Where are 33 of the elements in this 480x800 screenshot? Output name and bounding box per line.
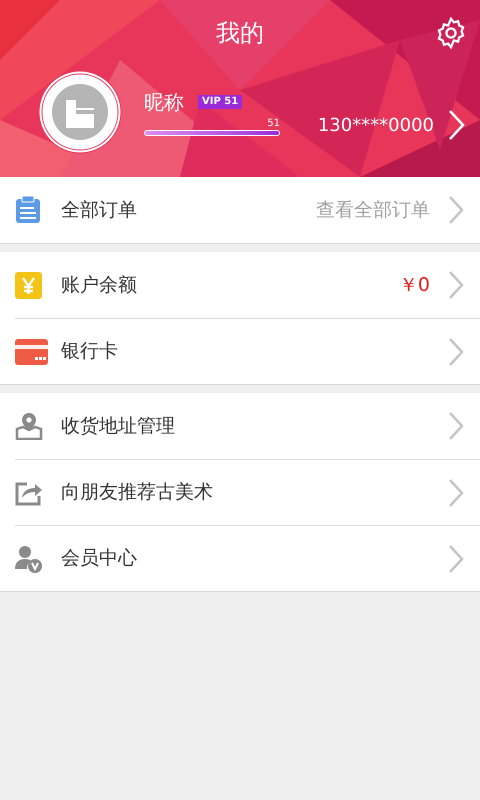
chevron-right-icon bbox=[448, 195, 464, 225]
level-value: 51 bbox=[267, 118, 280, 130]
share-icon bbox=[15, 480, 43, 506]
menu-value: 查看全部订单 bbox=[316, 198, 430, 223]
menu-row[interactable]: 收货地址管理 bbox=[15, 393, 480, 459]
menu-label: 全部订单 bbox=[61, 198, 137, 223]
clipboard-icon bbox=[15, 196, 41, 224]
menu-row[interactable]: 全部订单 查看全部订单 bbox=[15, 177, 480, 243]
menu-label: 账户余额 bbox=[61, 272, 137, 298]
chevron-right-icon bbox=[448, 336, 464, 366]
menu-label: 银行卡 bbox=[61, 339, 118, 364]
avatar-icon[interactable] bbox=[38, 70, 122, 154]
menu-label: 向朋友推荐古美术 bbox=[61, 480, 213, 506]
chevron-right-icon[interactable] bbox=[448, 109, 466, 141]
member-icon bbox=[15, 544, 43, 572]
chevron-right-icon bbox=[448, 478, 464, 508]
page-title: 我的 bbox=[216, 18, 264, 49]
phone-number[interactable]: 130****0000 bbox=[318, 112, 434, 138]
map-pin-icon bbox=[15, 412, 43, 440]
menu-label: 收货地址管理 bbox=[61, 414, 175, 439]
menu-row[interactable]: 账户余额 ￥0 bbox=[15, 252, 480, 318]
chevron-right-icon bbox=[448, 270, 464, 300]
nickname: 昵称 bbox=[144, 89, 184, 116]
menu-row[interactable]: 银行卡 bbox=[15, 318, 480, 384]
menu-label: 会员中心 bbox=[61, 546, 137, 572]
chevron-right-icon bbox=[448, 411, 464, 441]
menu-row[interactable]: 向朋友推荐古美术 bbox=[15, 459, 480, 525]
menu-row[interactable]: 会员中心 bbox=[15, 525, 480, 591]
yen-icon bbox=[15, 272, 42, 298]
menu-value: ￥0 bbox=[398, 272, 430, 298]
bank-card-icon bbox=[15, 338, 48, 364]
vip-badge: VIP 51 bbox=[198, 95, 242, 109]
chevron-right-icon bbox=[448, 544, 464, 574]
